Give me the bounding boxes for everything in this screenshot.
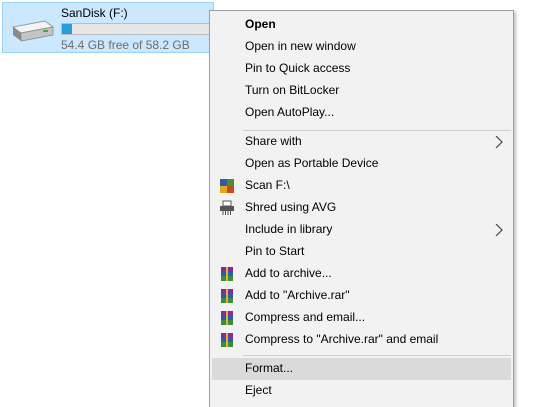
drive-usage-bar	[61, 23, 211, 35]
usb-drive-icon	[11, 20, 55, 42]
winrar-icon	[221, 333, 233, 347]
winrar-icon	[221, 289, 233, 303]
menu-item-label: Shred using AVG	[245, 200, 337, 214]
context-menu: Open Open in new window Pin to Quick acc…	[209, 10, 514, 407]
menu-item-turn-on-bitlocker[interactable]: Turn on BitLocker	[212, 80, 511, 102]
menu-item-add-archive[interactable]: Add to archive...	[212, 263, 511, 285]
menu-item-label: Compress and email...	[245, 310, 366, 324]
menu-item-compress-archive-email[interactable]: Compress to "Archive.rar" and email	[212, 329, 511, 351]
menu-item-add-archive-rar[interactable]: Add to "Archive.rar"	[212, 285, 511, 307]
menu-item-open[interactable]: Open	[212, 14, 511, 36]
menu-item-eject[interactable]: Eject	[212, 380, 511, 402]
winrar-icon	[221, 267, 233, 281]
menu-item-open-portable-device[interactable]: Open as Portable Device	[212, 153, 511, 175]
menu-item-label: Open AutoPlay...	[245, 105, 335, 119]
menu-item-label: Scan F:\	[245, 178, 290, 192]
winrar-icon	[221, 311, 233, 325]
menu-separator	[243, 355, 511, 356]
menu-item-label: Include in library	[245, 222, 333, 236]
chevron-right-icon	[495, 136, 503, 148]
menu-item-label: Add to archive...	[245, 266, 332, 280]
menu-item-include-library[interactable]: Include in library	[212, 219, 511, 241]
menu-item-label: Format...	[245, 361, 294, 375]
menu-item-open-new-window[interactable]: Open in new window	[212, 36, 511, 58]
menu-item-label: Add to "Archive.rar"	[245, 288, 350, 302]
menu-item-format[interactable]: Format...	[212, 358, 511, 380]
drive-tile-sandisk[interactable]: SanDisk (F:) 54.4 GB free of 58.2 GB	[2, 2, 214, 53]
menu-item-label: Open as Portable Device	[245, 156, 379, 170]
menu-item-label: Eject	[245, 383, 272, 397]
avg-scan-icon	[220, 179, 234, 193]
menu-item-shred-avg[interactable]: Shred using AVG	[212, 197, 511, 219]
menu-item-label: Turn on BitLocker	[245, 83, 340, 97]
menu-item-open-autoplay[interactable]: Open AutoPlay...	[212, 102, 511, 124]
menu-item-label: Open	[245, 17, 276, 31]
menu-item-share-with[interactable]: Share with	[212, 131, 511, 153]
menu-item-pin-start[interactable]: Pin to Start	[212, 241, 511, 263]
menu-item-label: Share with	[245, 134, 302, 148]
menu-item-label: Pin to Quick access	[245, 61, 351, 75]
menu-item-pin-quick-access[interactable]: Pin to Quick access	[212, 58, 511, 80]
menu-item-scan-drive[interactable]: Scan F:\	[212, 175, 511, 197]
shredder-icon	[220, 200, 234, 215]
menu-item-label: Compress to "Archive.rar" and email	[245, 332, 439, 346]
drive-name: SanDisk (F:)	[61, 6, 128, 20]
drive-free-space: 54.4 GB free of 58.2 GB	[61, 38, 190, 52]
drive-usage-fill	[62, 24, 72, 34]
menu-item-compress-email[interactable]: Compress and email...	[212, 307, 511, 329]
menu-item-label: Open in new window	[245, 39, 356, 53]
chevron-right-icon	[495, 224, 503, 236]
menu-item-label: Pin to Start	[245, 244, 305, 258]
